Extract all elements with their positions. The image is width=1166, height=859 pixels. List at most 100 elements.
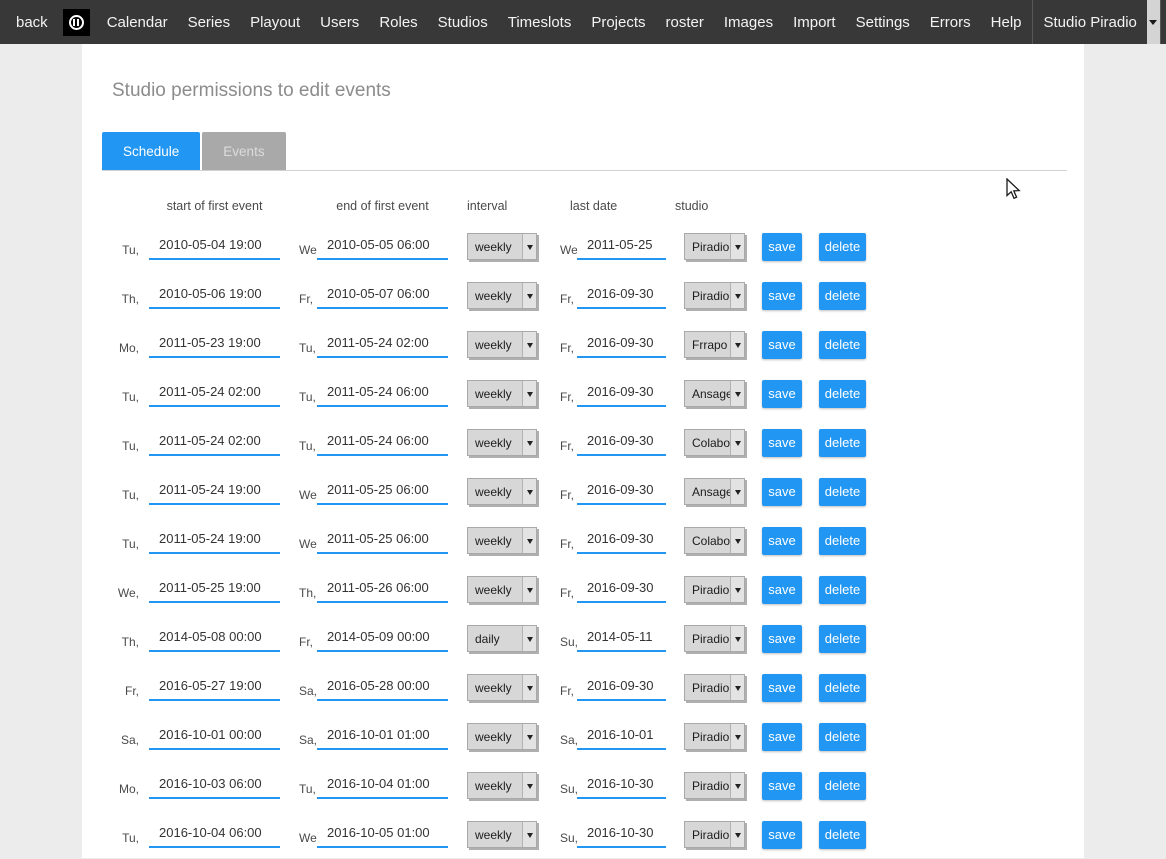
last-date-input[interactable]	[577, 822, 666, 848]
studio-select[interactable]: Ansage	[684, 478, 745, 505]
save-button[interactable]: save	[762, 625, 802, 653]
delete-button[interactable]: delete	[819, 331, 866, 359]
nav-item-timeslots[interactable]: Timeslots	[498, 14, 582, 31]
end-datetime-input[interactable]	[317, 332, 448, 358]
studio-select[interactable]: Piradio	[684, 233, 745, 260]
nav-item-settings[interactable]: Settings	[846, 14, 920, 31]
start-datetime-input[interactable]	[149, 822, 280, 848]
end-datetime-input[interactable]	[317, 724, 448, 750]
delete-button[interactable]: delete	[819, 674, 866, 702]
end-datetime-input[interactable]	[317, 675, 448, 701]
save-button[interactable]: save	[762, 674, 802, 702]
save-button[interactable]: save	[762, 380, 802, 408]
studio-select[interactable]: Piradio	[684, 723, 745, 750]
nav-item-studios[interactable]: Studios	[428, 14, 498, 31]
studio-select[interactable]: Colabo	[684, 527, 745, 554]
studio-select[interactable]: Piradio	[684, 772, 745, 799]
start-datetime-input[interactable]	[149, 724, 280, 750]
start-datetime-input[interactable]	[149, 283, 280, 309]
interval-select[interactable]: weekly	[467, 331, 537, 358]
save-button[interactable]: save	[762, 772, 802, 800]
last-date-input[interactable]	[577, 773, 666, 799]
last-date-input[interactable]	[577, 234, 666, 260]
nav-item-errors[interactable]: Errors	[920, 14, 981, 31]
save-button[interactable]: save	[762, 527, 802, 555]
end-datetime-input[interactable]	[317, 430, 448, 456]
start-datetime-input[interactable]	[149, 332, 280, 358]
start-datetime-input[interactable]	[149, 773, 280, 799]
save-button[interactable]: save	[762, 429, 802, 457]
delete-button[interactable]: delete	[819, 821, 866, 849]
interval-select[interactable]: daily	[467, 625, 537, 652]
start-datetime-input[interactable]	[149, 675, 280, 701]
delete-button[interactable]: delete	[819, 723, 866, 751]
nav-item-roles[interactable]: Roles	[369, 14, 427, 31]
tab-schedule[interactable]: Schedule	[102, 132, 200, 170]
last-date-input[interactable]	[577, 332, 666, 358]
interval-select[interactable]: weekly	[467, 723, 537, 750]
nav-item-playout[interactable]: Playout	[240, 14, 310, 31]
delete-button[interactable]: delete	[819, 527, 866, 555]
nav-item-images[interactable]: Images	[714, 14, 783, 31]
last-date-input[interactable]	[577, 479, 666, 505]
nav-item-help[interactable]: Help	[981, 14, 1032, 31]
interval-select[interactable]: weekly	[467, 674, 537, 701]
end-datetime-input[interactable]	[317, 234, 448, 260]
interval-select[interactable]: weekly	[467, 478, 537, 505]
interval-select[interactable]: weekly	[467, 772, 537, 799]
last-date-input[interactable]	[577, 675, 666, 701]
delete-button[interactable]: delete	[819, 380, 866, 408]
end-datetime-input[interactable]	[317, 381, 448, 407]
last-date-input[interactable]	[577, 626, 666, 652]
end-datetime-input[interactable]	[317, 577, 448, 603]
save-button[interactable]: save	[762, 723, 802, 751]
end-datetime-input[interactable]	[317, 479, 448, 505]
start-datetime-input[interactable]	[149, 430, 280, 456]
last-date-input[interactable]	[577, 724, 666, 750]
start-datetime-input[interactable]	[149, 234, 280, 260]
delete-button[interactable]: delete	[819, 772, 866, 800]
start-datetime-input[interactable]	[149, 528, 280, 554]
end-datetime-input[interactable]	[317, 283, 448, 309]
start-datetime-input[interactable]	[149, 577, 280, 603]
interval-select[interactable]: weekly	[467, 821, 537, 848]
interval-select[interactable]: weekly	[467, 429, 537, 456]
last-date-input[interactable]	[577, 381, 666, 407]
nav-item-projects[interactable]: Projects	[581, 14, 655, 31]
save-button[interactable]: save	[762, 282, 802, 310]
studio-select-dropdown[interactable]: Studio Piradio	[1032, 0, 1160, 44]
interval-select[interactable]: weekly	[467, 380, 537, 407]
start-datetime-input[interactable]	[149, 381, 280, 407]
studio-select[interactable]: Piradio	[684, 674, 745, 701]
nav-item-roster[interactable]: roster	[656, 14, 714, 31]
studio-select[interactable]: Ansage	[684, 380, 745, 407]
nav-item-calendar[interactable]: Calendar	[97, 14, 178, 31]
studio-select[interactable]: Piradio	[684, 576, 745, 603]
save-button[interactable]: save	[762, 478, 802, 506]
nav-item-series[interactable]: Series	[178, 14, 241, 31]
delete-button[interactable]: delete	[819, 429, 866, 457]
interval-select[interactable]: weekly	[467, 233, 537, 260]
back-button[interactable]: back	[10, 14, 56, 31]
save-button[interactable]: save	[762, 576, 802, 604]
project-select-dropdown[interactable]: Project 88vier	[1160, 0, 1166, 44]
save-button[interactable]: save	[762, 233, 802, 261]
end-datetime-input[interactable]	[317, 822, 448, 848]
interval-select[interactable]: weekly	[467, 527, 537, 554]
tab-events[interactable]: Events	[202, 132, 285, 170]
studio-select[interactable]: Piradio	[684, 282, 745, 309]
delete-button[interactable]: delete	[819, 478, 866, 506]
studio-select[interactable]: Frrapo	[684, 331, 745, 358]
last-date-input[interactable]	[577, 528, 666, 554]
last-date-input[interactable]	[577, 577, 666, 603]
delete-button[interactable]: delete	[819, 282, 866, 310]
save-button[interactable]: save	[762, 331, 802, 359]
last-date-input[interactable]	[577, 430, 666, 456]
start-datetime-input[interactable]	[149, 626, 280, 652]
start-datetime-input[interactable]	[149, 479, 280, 505]
chevron-down-icon[interactable]	[1147, 0, 1160, 44]
last-date-input[interactable]	[577, 283, 666, 309]
end-datetime-input[interactable]	[317, 626, 448, 652]
nav-item-import[interactable]: Import	[783, 14, 846, 31]
interval-select[interactable]: weekly	[467, 576, 537, 603]
